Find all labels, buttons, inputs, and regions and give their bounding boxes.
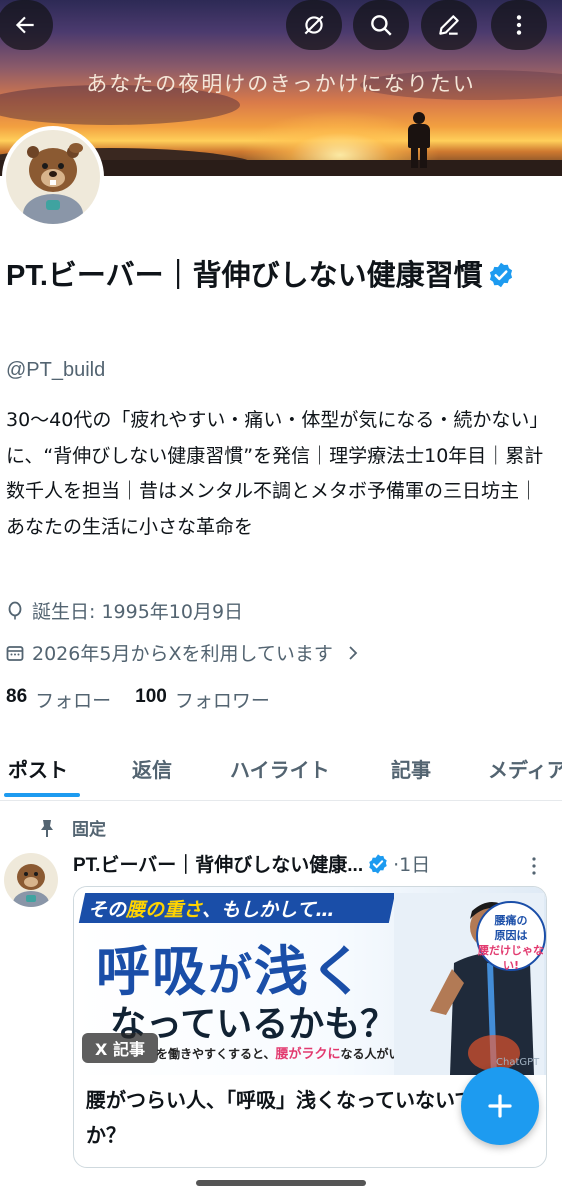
post-more-icon[interactable] (524, 856, 544, 876)
article-tag: X 記事 (82, 1033, 158, 1063)
tab-replies[interactable]: 返信 (132, 754, 172, 783)
back-button[interactable] (0, 0, 53, 50)
profile-name: PT.ビーバー｜背伸びしない健康習慣 (6, 253, 546, 299)
following-link[interactable]: 86 フォロー (6, 686, 111, 713)
post-author-name[interactable]: PT.ビーバー｜背伸びしない健康... (73, 850, 363, 877)
beaver-avatar-image (23, 143, 83, 224)
verified-badge-icon[interactable] (487, 261, 515, 289)
banner-tagline: あなたの夜明けのきっかけになりたい (86, 72, 476, 96)
following-label: フォロー (35, 690, 112, 712)
followers-label: フォロワー (174, 690, 270, 712)
compose-button[interactable] (461, 1067, 539, 1145)
tab-active-indicator (4, 793, 80, 797)
chevron-right-icon (349, 645, 358, 660)
search-button[interactable] (353, 0, 409, 50)
edit-button[interactable] (421, 0, 477, 50)
article-title: 腰がつらい人、「呼吸」浅くなっていないですか？ (86, 1088, 495, 1147)
grok-icon (304, 15, 324, 35)
article-card-image: その腰の重さ、もしかして… 呼吸が浅く なっているかも？ を働きやすくすると、腰… (74, 887, 546, 1075)
search-icon (371, 15, 392, 36)
more-button[interactable] (491, 0, 547, 50)
balloon-icon (8, 601, 22, 619)
pinned-text: 固定 (72, 820, 106, 840)
edit-icon (439, 15, 459, 35)
card-badge: 腰痛の 原因は 腰だけじゃない! (476, 901, 546, 972)
banner-person-silhouette (406, 112, 432, 168)
card-ribbon-text: その腰の重さ、もしかして… (88, 899, 335, 921)
calendar-icon (6, 645, 24, 661)
followers-count: 100 (135, 686, 167, 707)
tab-posts[interactable]: ポスト (8, 754, 68, 783)
profile-avatar[interactable] (2, 126, 104, 228)
grok-button[interactable] (286, 0, 342, 50)
profile-birthday: 誕生日: 1995年10月9日 (6, 597, 243, 624)
pinned-label: 固定 (38, 815, 106, 840)
tab-media[interactable]: メディア (488, 754, 562, 783)
profile-bio: 30〜40代の「疲れやすい・痛い・体型が気になる・続かない」に、“背伸びしない健… (6, 409, 549, 538)
profile-name-text: PT.ビーバー｜背伸びしない健康習慣 (6, 260, 483, 292)
post-header: PT.ビーバー｜背伸びしない健康... ·1日 (73, 850, 533, 877)
birthday-text: 誕生日: 1995年10月9日 (32, 601, 244, 623)
profile-joined[interactable]: 2026年5月からXを利用しています (6, 639, 359, 666)
post-author-avatar[interactable] (4, 853, 58, 907)
profile-tabs: ポスト 返信 ハイライト 記事 メディア (0, 744, 562, 801)
following-count: 86 (6, 686, 28, 707)
plus-icon (488, 1094, 512, 1118)
joined-text: 2026年5月からXを利用しています (32, 643, 333, 665)
tab-highlights[interactable]: ハイライト (230, 754, 330, 783)
pin-icon (41, 819, 53, 837)
beaver-avatar-image (13, 864, 49, 907)
followers-link[interactable]: 100 フォロワー (135, 686, 270, 713)
home-indicator (196, 1180, 366, 1186)
post-time: ·1日 (393, 854, 431, 876)
tab-articles[interactable]: 記事 (391, 754, 431, 783)
arrow-left-icon (15, 16, 34, 34)
verified-badge-icon (369, 853, 387, 874)
follow-stats: 86 フォロー 100 フォロワー (6, 686, 294, 713)
more-vertical-icon (516, 15, 522, 35)
profile-handle: @PT_build (6, 359, 106, 381)
